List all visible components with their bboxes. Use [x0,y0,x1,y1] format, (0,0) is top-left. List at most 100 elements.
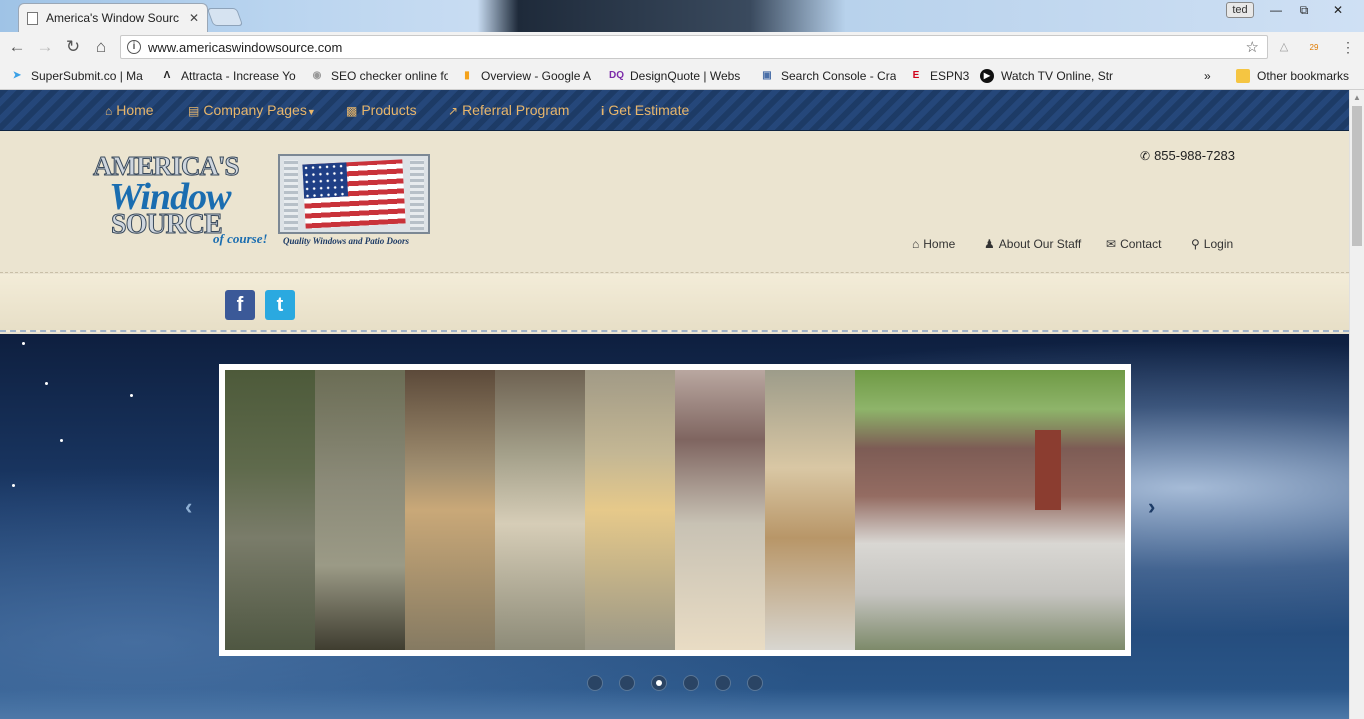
tab-close-icon[interactable]: ✕ [189,11,199,25]
image-strip [495,370,585,650]
home-icon: ⌂ [912,237,920,251]
twitter-icon[interactable]: t [265,290,295,320]
bookmark-item[interactable]: ▣ Search Console - Cra [760,68,896,84]
bookmark-label: SEO checker online fo [331,69,448,83]
phone-number[interactable]: ✆ 855-988-7283 [1140,148,1235,163]
image-strip [315,370,405,650]
supersubmit-icon: ➤ [12,70,22,81]
sparkle [22,342,25,345]
phone-text: 855-988-7283 [1154,148,1236,163]
other-bookmarks-folder[interactable]: Other bookmarks [1236,68,1356,84]
nav-company-pages[interactable]: ▤ Company Pages▼ [188,102,316,118]
sparkle [45,382,48,385]
bookmark-item[interactable]: ▮ Overview - Google A [460,68,596,84]
close-window-icon[interactable]: ✕ [1324,1,1352,19]
calendar-extension-icon[interactable]: 29 [1306,39,1322,55]
slide-image [225,370,1125,650]
util-home[interactable]: ⌂ Home [912,237,955,251]
main-nav: ⌂ Home ▤ Company Pages▼ ▩ Products ↗ Referra… [0,90,1349,131]
page-scrollbar[interactable]: ▲ [1349,90,1364,719]
bookmark-item[interactable]: ➤ SuperSubmit.co | Ma [10,68,150,84]
image-strip [405,370,495,650]
home-icon: ⌂ [105,104,113,118]
site-info-icon[interactable]: i [127,40,141,54]
image-strip [225,370,315,650]
address-bar[interactable]: i www.americaswindowsource.com ☆ [120,35,1268,59]
prev-slide-arrow[interactable]: ‹ [185,494,192,520]
back-icon[interactable]: ← [6,36,28,58]
menu-icon[interactable]: ⋮ [1340,39,1356,55]
util-about-staff[interactable]: ♟ About Our Staff [984,237,1081,251]
util-contact[interactable]: ✉ Contact [1106,237,1161,251]
bookmark-item[interactable]: DQ DesignQuote | Webs [609,68,746,84]
site-header: AMERICA'S Window SOURCE of course! Quali… [0,131,1349,273]
sparkle [12,484,15,487]
flag-canton [302,162,349,199]
new-tab-button[interactable] [206,8,244,26]
nav-label: Company Pages [203,102,307,118]
bookmark-item[interactable]: E ESPN3 [909,68,973,84]
extension-badge: 29 [1309,43,1319,52]
bookmark-item[interactable]: Λ Attracta - Increase Yo [160,68,300,84]
search-console-icon: ▣ [762,70,772,81]
site-logo[interactable]: AMERICA'S Window SOURCE of course! [93,151,273,251]
minimize-icon[interactable]: — [1262,1,1290,19]
caret-down-icon: ▼ [306,107,316,117]
nav-referral-program[interactable]: ↗ Referral Program [448,102,569,118]
browser-titlebar: America's Window Sourc ✕ ted — ⧉ ✕ [0,0,1364,32]
bookmark-label: Attracta - Increase Yo [181,69,296,83]
nav-label: Home [116,102,154,118]
info-icon: i [601,104,605,118]
flag-window-logo [278,154,430,234]
logo-line3: SOURCE [111,209,224,241]
envelope-icon: ✉ [1106,237,1117,251]
next-slide-arrow[interactable]: › [1148,494,1155,520]
seo-checker-icon: ◉ [312,70,322,81]
slide-frame [219,364,1131,656]
util-label: Login [1203,237,1234,251]
nav-label: Products [361,102,417,118]
designquote-icon: DQ [609,70,624,81]
espn-icon: E [912,70,920,81]
book-icon: ▩ [346,104,358,118]
bookmark-label: Overview - Google A [481,69,592,83]
chimney [1035,430,1061,510]
facebook-icon[interactable]: f [225,290,255,320]
bookmark-item[interactable]: ◉ SEO checker online fo [310,68,448,84]
bookmark-label: Search Console - Cra [781,69,896,83]
share-icon: ↗ [448,104,459,118]
nav-label: Referral Program [462,102,570,118]
nav-home[interactable]: ⌂ Home [105,102,154,118]
browser-tab[interactable]: America's Window Sourc ✕ [18,3,208,32]
user-icon: ♟ [984,237,995,251]
bookmark-label: ESPN3 [930,69,970,83]
folder-icon [1236,69,1250,83]
reload-icon[interactable]: ↻ [62,36,84,58]
restore-icon[interactable]: ⧉ [1290,1,1318,19]
bookmark-label: DesignQuote | Webs [630,69,741,83]
home-icon[interactable]: ⌂ [90,36,112,58]
bookmarks-bar: ➤ SuperSubmit.co | Ma Λ Attracta - Incre… [0,62,1364,90]
pdf-extension-icon[interactable]: △ [1276,39,1292,55]
image-strip [855,370,1125,650]
util-login[interactable]: ⚲ Login [1191,237,1233,251]
bookmark-item[interactable]: ▶ Watch TV Online, Str [980,68,1118,84]
browser-toolbar: ← → ↻ ⌂ i www.americaswindowsource.com ☆… [0,32,1364,62]
social-band: f t [0,274,1349,332]
image-strip [765,370,855,650]
bookmark-label: SuperSubmit.co | Ma [31,69,143,83]
sparkle [130,394,133,397]
nav-get-estimate[interactable]: i Get Estimate [601,102,689,118]
forward-icon[interactable]: → [34,36,56,58]
document-icon: ▤ [188,104,200,118]
google-analytics-icon: ▮ [464,70,470,81]
more-bookmarks-button[interactable]: » [1204,68,1218,84]
profile-button[interactable]: ted [1226,2,1254,18]
util-label: About Our Staff [998,237,1082,251]
bookmark-star-icon[interactable]: ☆ [1246,38,1259,56]
scroll-up-icon[interactable]: ▲ [1353,93,1361,102]
attracta-icon: Λ [163,70,171,81]
nav-products[interactable]: ▩ Products [346,102,417,118]
hero-slider: ‹ › [0,334,1349,719]
scroll-thumb[interactable] [1352,106,1362,246]
